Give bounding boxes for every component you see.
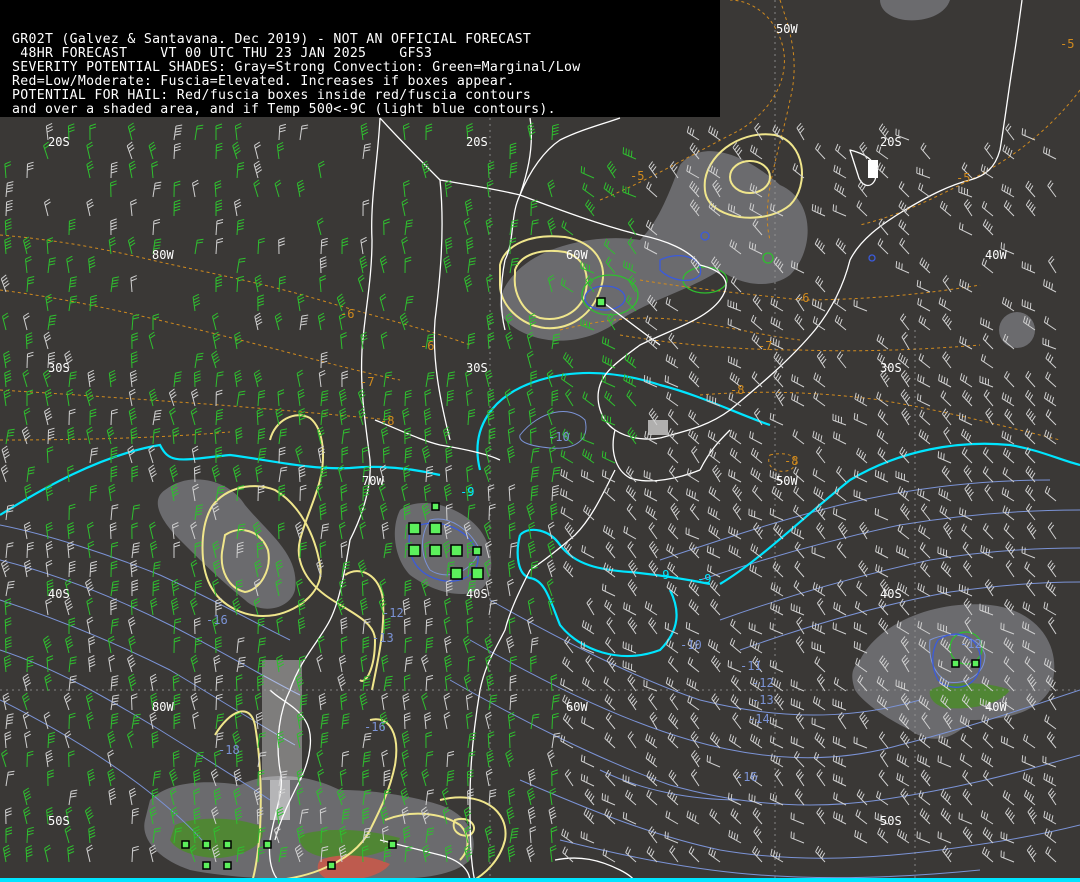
grid-label: 30S	[466, 361, 488, 375]
contour-label: -6	[420, 339, 434, 353]
grid-label: 20S	[466, 135, 488, 149]
contour-label: -18	[218, 743, 240, 757]
contour-label: -14	[748, 712, 770, 726]
contour-label: -5	[630, 169, 644, 183]
contour-label: -9	[460, 485, 474, 499]
grid-label: 50S	[880, 814, 902, 828]
grid-label: 40S	[48, 587, 70, 601]
grid-label: 80W	[152, 700, 174, 714]
contour-label: -9	[655, 568, 669, 582]
header-severity-line-2: Red=Low/Moderate: Fuscia=Elevated. Incre…	[12, 74, 515, 89]
contour-label: -5	[1060, 37, 1074, 51]
contour-label: -13	[372, 631, 394, 645]
contour-label: -5	[956, 171, 970, 185]
grid-label: 40W	[985, 700, 1007, 714]
contour-label: -8	[380, 414, 394, 428]
contour-label: -12	[752, 676, 774, 690]
grid-label: 30S	[880, 361, 902, 375]
grid-label: 40S	[466, 587, 488, 601]
grid-label: 70W	[362, 474, 384, 488]
contour-label: -8	[784, 454, 798, 468]
contour-label: -9	[697, 572, 711, 586]
contour-label: -7	[758, 339, 772, 353]
contour-label: -16	[736, 770, 758, 784]
header-title-line: GR02T (Galvez & Santavana. Dec 2019) - N…	[12, 32, 532, 47]
grid-label: 40S	[880, 587, 902, 601]
map-background	[0, 0, 1080, 882]
header-severity-line: SEVERITY POTENTIAL SHADES: Gray=Strong C…	[12, 60, 581, 75]
forecast-header: GR02T (Galvez & Santavana. Dec 2019) - N…	[0, 0, 720, 117]
grid-label: 50W	[776, 474, 798, 488]
header-hail-line: POTENTIAL FOR HAIL: Red/fuscia boxes ins…	[12, 88, 532, 103]
contour-label: -13	[752, 693, 774, 707]
contour-label: -16	[206, 613, 228, 627]
contour-label: -7	[360, 375, 374, 389]
bottom-border	[0, 878, 1080, 882]
grid-label: 50S	[48, 814, 70, 828]
grid-label: 60W	[566, 700, 588, 714]
contour-label: -8	[730, 383, 744, 397]
grid-label: 30S	[48, 361, 70, 375]
grid-label: 80W	[152, 248, 174, 262]
contour-label: -16	[364, 720, 386, 734]
contour-label: -10	[548, 430, 570, 444]
grid-label: 20S	[880, 135, 902, 149]
header-hail-line-2: and over a shaded area, and if Temp 500<…	[12, 102, 556, 117]
header-forecast-line: 48HR FORECAST VT 00 UTC THU 23 JAN 2025 …	[12, 46, 433, 61]
grid-label: 50W	[776, 22, 798, 36]
grid-label: 40W	[985, 248, 1007, 262]
contour-label: -10	[680, 638, 702, 652]
contour-label: -6	[795, 291, 809, 305]
grid-label: 20S	[48, 135, 70, 149]
contour-label: -11	[740, 659, 762, 673]
contour-label: -12	[960, 637, 982, 651]
contour-label: -12	[382, 606, 404, 620]
grid-label: 60W	[566, 248, 588, 262]
forecast-map: 20S 20S 20S 50W 80W 60W 40W 30S 30S 30S …	[0, 0, 1080, 882]
